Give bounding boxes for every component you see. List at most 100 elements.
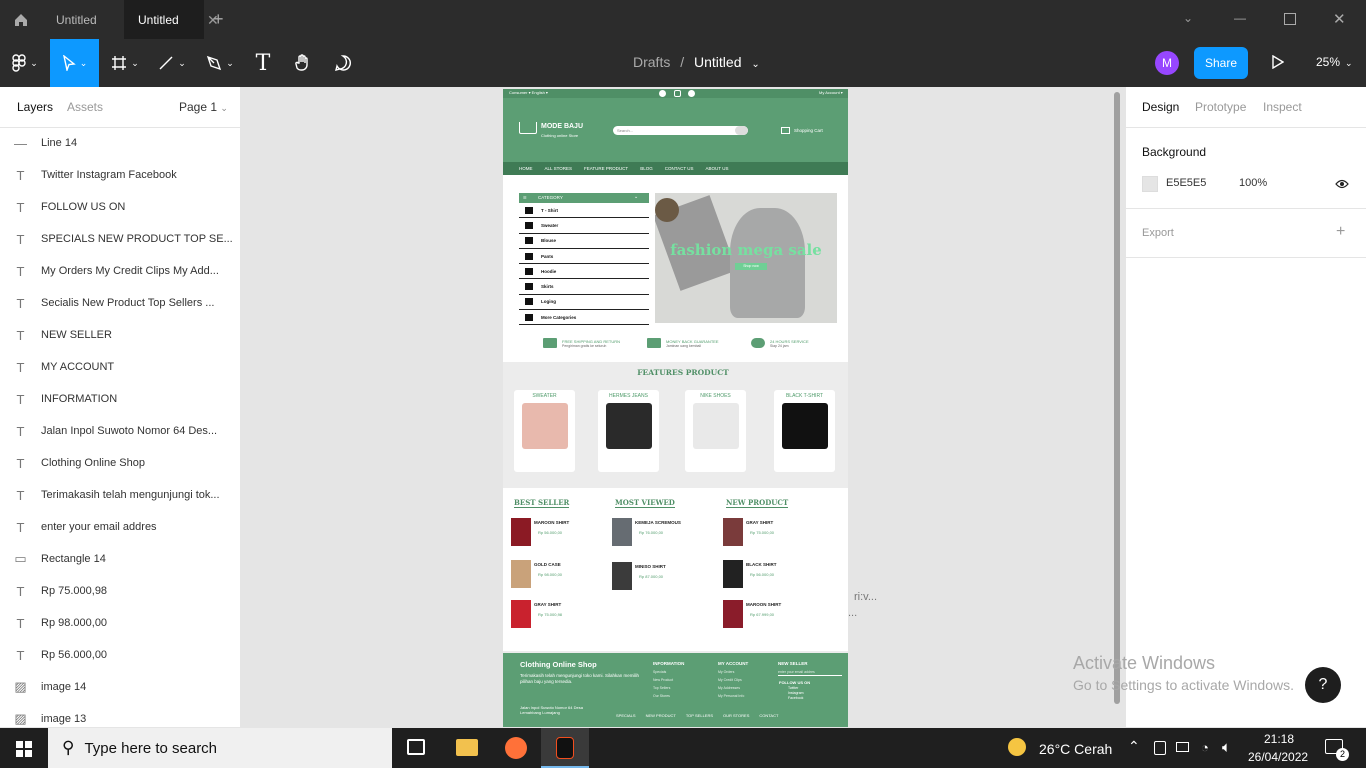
product-name[interactable]: BLACK SHIRT bbox=[746, 562, 777, 567]
breadcrumb-drafts[interactable]: Drafts bbox=[633, 54, 670, 70]
figma-taskbar-button[interactable] bbox=[541, 728, 589, 768]
product-name[interactable]: KEMEJA SCREMOUS bbox=[635, 520, 681, 525]
layer-row[interactable]: T MY ACCOUNT bbox=[0, 351, 240, 383]
layer-row[interactable]: T Secialis New Product Top Sellers ... bbox=[0, 287, 240, 319]
minimize-icon[interactable]: — bbox=[1234, 11, 1246, 25]
pen-icon[interactable] bbox=[1154, 741, 1166, 755]
text-tool-icon[interactable]: T bbox=[248, 39, 278, 87]
present-icon[interactable] bbox=[1272, 54, 1285, 74]
feature-card[interactable]: NIKE SHOES bbox=[685, 390, 746, 472]
tab-prototype[interactable]: Prototype bbox=[1195, 100, 1246, 114]
task-view-icon[interactable] bbox=[407, 739, 425, 755]
category-item[interactable]: Pants bbox=[519, 249, 649, 265]
canvas-scrollbar[interactable] bbox=[1114, 92, 1120, 704]
layer-row[interactable]: — Line 14 bbox=[0, 127, 240, 159]
layer-row[interactable]: T Jalan Inpol Suwoto Nomor 64 Des... bbox=[0, 415, 240, 447]
tab-layers[interactable]: Layers bbox=[17, 100, 53, 114]
product-thumbnail[interactable] bbox=[511, 560, 531, 588]
social-link[interactable]: Instagram bbox=[788, 691, 842, 695]
eye-icon[interactable] bbox=[1335, 177, 1349, 195]
shopping-cart-link[interactable]: Shopping Cart bbox=[794, 128, 823, 133]
footer-bottom-link[interactable]: NEW PRODUCT bbox=[646, 713, 676, 718]
product-name[interactable]: MAROON SHIRT bbox=[534, 520, 569, 525]
help-button[interactable]: ? bbox=[1305, 667, 1341, 703]
footer-bottom-link[interactable]: TOP SELLERS bbox=[686, 713, 713, 718]
zoom-level[interactable]: 25% ⌄ bbox=[1316, 55, 1353, 69]
social-link[interactable]: Facebook bbox=[788, 696, 842, 700]
nav-item[interactable]: HOME bbox=[519, 166, 533, 171]
file-explorer-icon[interactable] bbox=[456, 739, 478, 756]
chevron-down-icon[interactable]: ⌄ bbox=[1183, 11, 1193, 25]
product-thumbnail[interactable] bbox=[511, 518, 531, 546]
file-name[interactable]: Untitled bbox=[694, 54, 741, 70]
product-thumbnail[interactable] bbox=[723, 600, 743, 628]
weather-icon[interactable] bbox=[1008, 738, 1026, 756]
hero-banner[interactable]: fashion mega sale Shop now bbox=[655, 193, 837, 323]
add-export-icon[interactable]: + bbox=[1336, 223, 1345, 241]
product-thumbnail[interactable] bbox=[612, 518, 632, 546]
twitter-icon[interactable] bbox=[659, 90, 666, 97]
nav-item[interactable]: CONTACT US bbox=[665, 166, 694, 171]
nav-item[interactable]: ABOUT US bbox=[706, 166, 729, 171]
feature-card[interactable]: BLACK T-SHIRT bbox=[774, 390, 835, 472]
product-thumbnail[interactable] bbox=[723, 560, 743, 588]
nav-item[interactable]: ALL STORES bbox=[545, 166, 573, 171]
weather-text[interactable]: 26°C Cerah bbox=[1039, 741, 1112, 757]
footer-link[interactable]: Our Stores bbox=[653, 694, 684, 698]
main-menu-button[interactable]: ⌄ bbox=[0, 39, 50, 87]
footer-link[interactable]: My Addresses bbox=[718, 686, 748, 690]
feature-card[interactable]: SWEATER bbox=[514, 390, 575, 472]
layer-row[interactable]: T SPECIALS NEW PRODUCT TOP SE... bbox=[0, 223, 240, 255]
layer-row[interactable]: ▨ image 14 bbox=[0, 671, 240, 703]
frame-tool-button[interactable]: ⌄ bbox=[105, 39, 145, 87]
category-item[interactable]: T - Shirt bbox=[519, 203, 649, 219]
taskbar-search[interactable]: ⚲ Type here to search bbox=[48, 728, 392, 768]
social-link[interactable]: Twitter bbox=[788, 686, 842, 690]
nav-item[interactable]: BLOG bbox=[640, 166, 653, 171]
speaker-icon[interactable]: 🔈︎ bbox=[1222, 739, 1231, 756]
tab-untitled-2[interactable]: Untitled bbox=[124, 0, 204, 39]
email-input[interactable]: enter your email addres bbox=[778, 670, 842, 674]
line-tool-button[interactable]: ⌄ bbox=[152, 39, 192, 87]
product-thumbnail[interactable] bbox=[612, 562, 632, 590]
search-input[interactable]: Search... bbox=[613, 126, 748, 135]
category-header[interactable]: ☰ CATEGORY ⌄ bbox=[519, 193, 649, 203]
layer-row[interactable]: T FOLLOW US ON bbox=[0, 191, 240, 223]
footer-link[interactable]: My Personal Info bbox=[718, 694, 748, 698]
wifi-icon[interactable]: ◔ bbox=[1201, 740, 1209, 755]
banner-button[interactable]: Shop now bbox=[735, 263, 767, 270]
layer-row[interactable]: T My Orders My Credit Clips My Add... bbox=[0, 255, 240, 287]
product-name[interactable]: GRAY SHIRT bbox=[534, 602, 561, 607]
new-tab-icon[interactable]: + bbox=[213, 9, 224, 30]
tab-design[interactable]: Design bbox=[1142, 100, 1179, 114]
firefox-icon[interactable] bbox=[505, 737, 527, 759]
background-swatch[interactable] bbox=[1142, 176, 1158, 192]
instagram-icon[interactable] bbox=[674, 90, 681, 97]
clock-time[interactable]: 21:18 bbox=[1264, 732, 1294, 746]
nav-item[interactable]: FEATURE PRODUCT bbox=[584, 166, 628, 171]
layer-row[interactable]: T Twitter Instagram Facebook bbox=[0, 159, 240, 191]
share-button[interactable]: Share bbox=[1194, 47, 1248, 79]
layer-row[interactable]: T Rp 75.000,98 bbox=[0, 575, 240, 607]
layer-row[interactable]: T Clothing Online Shop bbox=[0, 447, 240, 479]
footer-link[interactable]: New Product bbox=[653, 678, 684, 682]
tab-inspect[interactable]: Inspect bbox=[1263, 100, 1302, 114]
close-window-icon[interactable]: ✕ bbox=[1333, 10, 1346, 28]
page-selector[interactable]: Page 1 ⌄ bbox=[179, 100, 228, 114]
footer-bottom-link[interactable]: OUR STORES bbox=[723, 713, 749, 718]
avatar[interactable]: M bbox=[1155, 51, 1179, 75]
background-hex[interactable]: E5E5E5 bbox=[1166, 177, 1206, 189]
home-icon[interactable] bbox=[0, 0, 42, 39]
product-name[interactable]: GRAY SHIRT bbox=[746, 520, 773, 525]
footer-bottom-link[interactable]: CONTACT bbox=[759, 713, 778, 718]
comment-tool-icon[interactable] bbox=[328, 39, 358, 87]
footer-link[interactable]: My Orders bbox=[718, 670, 748, 674]
chevron-down-icon[interactable]: ⌄ bbox=[751, 59, 759, 70]
clock-date[interactable]: 26/04/2022 bbox=[1248, 750, 1308, 764]
product-name[interactable]: GOLD CASE bbox=[534, 562, 561, 567]
windows-start-icon[interactable] bbox=[16, 741, 32, 762]
category-item[interactable]: Loging bbox=[519, 295, 649, 311]
product-thumbnail[interactable] bbox=[723, 518, 743, 546]
layer-row[interactable]: ▭ Rectangle 14 bbox=[0, 543, 240, 575]
category-item[interactable]: Blouse bbox=[519, 234, 649, 249]
